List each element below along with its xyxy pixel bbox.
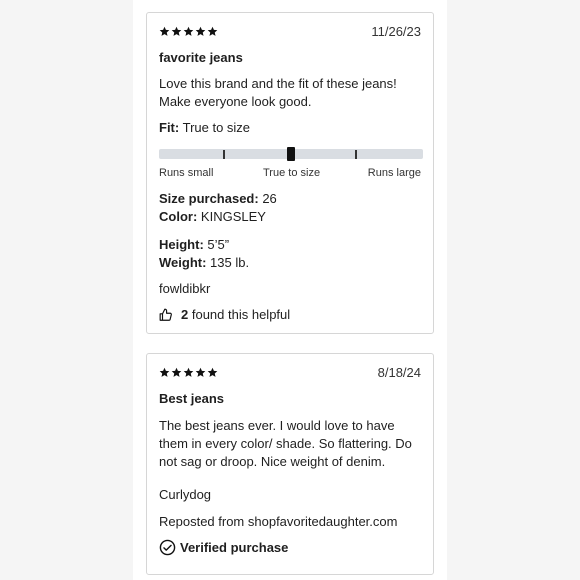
fit-scale-tick — [223, 150, 225, 159]
left-background — [0, 0, 133, 580]
height-label: Height: — [159, 237, 204, 252]
fit-scale-right-label: Runs large — [367, 167, 421, 179]
fit-label: Fit: — [159, 120, 180, 135]
repost-note: Reposted from shopfavoritedaughter.com — [159, 514, 398, 529]
fit-scale-marker — [287, 147, 295, 161]
fit-scale-center-label: True to size — [263, 167, 321, 179]
verified-badge: Verified purchase — [159, 539, 288, 556]
check-circle-icon — [159, 539, 176, 556]
star-icon — [171, 26, 182, 36]
weight-line: Weight: 135 lb. — [159, 255, 249, 270]
size-line: Size purchased: 26 — [159, 191, 277, 206]
verified-label: Verified purchase — [180, 540, 289, 555]
review-body: The best jeans ever. I would love to hav… — [159, 418, 412, 469]
right-background — [447, 0, 580, 580]
star-icon — [195, 26, 206, 36]
fit-line: Fit: True to size — [159, 120, 250, 135]
weight-value: 135 lb. — [210, 255, 250, 270]
height-line: Height: 5’5” — [159, 237, 229, 252]
star-rating — [159, 367, 218, 378]
review-title: Best jeans — [159, 391, 225, 406]
fit-scale-track — [159, 147, 423, 161]
weight-label: Weight: — [159, 255, 207, 270]
star-icon — [195, 367, 206, 377]
color-value: KINGSLEY — [200, 209, 266, 224]
star-rating — [159, 26, 218, 37]
star-icon — [159, 367, 170, 377]
fit-scale-left-label: Runs small — [159, 167, 214, 179]
fit-value: True to size — [182, 120, 251, 135]
star-icon — [183, 26, 194, 36]
review-title: favorite jeans — [159, 50, 243, 65]
helpful-row: 2 found this helpful — [159, 307, 290, 322]
color-label: Color: — [159, 209, 198, 224]
helpful-count: 2 — [181, 307, 189, 322]
star-icon — [159, 26, 170, 36]
color-line: Color: KINGSLEY — [159, 209, 266, 224]
fit-scale-tick — [355, 150, 357, 159]
review-author: fowldibkr — [159, 281, 211, 296]
review-card: 8/18/24 Best jeans The best jeans ever. … — [146, 353, 434, 575]
review-body: Love this brand and the fit of these jea… — [159, 76, 397, 109]
thumbs-up-icon[interactable] — [159, 308, 173, 322]
star-icon — [183, 367, 194, 377]
height-value: 5’5” — [207, 237, 230, 252]
size-value: 26 — [262, 191, 277, 206]
star-icon — [207, 367, 218, 377]
helpful-text: found this helpful — [191, 307, 291, 322]
review-date: 8/18/24 — [377, 365, 421, 380]
star-icon — [171, 367, 182, 377]
review-date: 11/26/23 — [371, 24, 421, 39]
review-card: 11/26/23 favorite jeans Love this brand … — [146, 12, 434, 334]
size-label: Size purchased: — [159, 191, 259, 206]
star-icon — [207, 26, 218, 36]
review-author: Curlydog — [159, 487, 212, 502]
